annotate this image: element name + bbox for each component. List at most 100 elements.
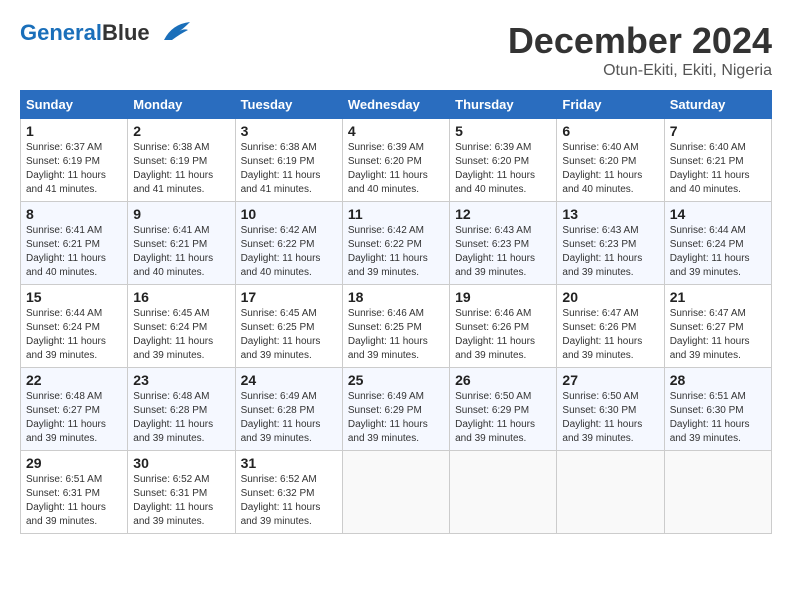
day-info: Sunrise: 6:51 AM Sunset: 6:30 PM Dayligh… [670,390,766,446]
day-info: Sunrise: 6:52 AM Sunset: 6:31 PM Dayligh… [133,473,229,529]
day-info: Sunrise: 6:40 AM Sunset: 6:20 PM Dayligh… [562,141,658,197]
day-info: Sunrise: 6:45 AM Sunset: 6:24 PM Dayligh… [133,307,229,363]
day-number: 16 [133,289,229,305]
day-info: Sunrise: 6:51 AM Sunset: 6:31 PM Dayligh… [26,473,122,529]
day-number: 5 [455,123,551,139]
day-info: Sunrise: 6:47 AM Sunset: 6:26 PM Dayligh… [562,307,658,363]
day-info: Sunrise: 6:48 AM Sunset: 6:27 PM Dayligh… [26,390,122,446]
day-number: 31 [241,455,337,471]
day-info: Sunrise: 6:45 AM Sunset: 6:25 PM Dayligh… [241,307,337,363]
calendar-body: 1 Sunrise: 6:37 AM Sunset: 6:19 PM Dayli… [21,119,772,534]
day-info: Sunrise: 6:39 AM Sunset: 6:20 PM Dayligh… [455,141,551,197]
calendar-cell: 1 Sunrise: 6:37 AM Sunset: 6:19 PM Dayli… [21,119,128,202]
day-number: 26 [455,372,551,388]
day-info: Sunrise: 6:47 AM Sunset: 6:27 PM Dayligh… [670,307,766,363]
day-info: Sunrise: 6:48 AM Sunset: 6:28 PM Dayligh… [133,390,229,446]
calendar-cell: 17 Sunrise: 6:45 AM Sunset: 6:25 PM Dayl… [235,285,342,368]
day-info: Sunrise: 6:50 AM Sunset: 6:30 PM Dayligh… [562,390,658,446]
day-number: 7 [670,123,766,139]
day-number: 18 [348,289,444,305]
calendar-cell: 19 Sunrise: 6:46 AM Sunset: 6:26 PM Dayl… [450,285,557,368]
day-info: Sunrise: 6:44 AM Sunset: 6:24 PM Dayligh… [26,307,122,363]
calendar-cell: 5 Sunrise: 6:39 AM Sunset: 6:20 PM Dayli… [450,119,557,202]
day-number: 2 [133,123,229,139]
page-header: GeneralBlue December 2024 Otun-Ekiti, Ek… [20,20,772,80]
calendar-cell: 12 Sunrise: 6:43 AM Sunset: 6:23 PM Dayl… [450,202,557,285]
calendar-cell: 27 Sunrise: 6:50 AM Sunset: 6:30 PM Dayl… [557,368,664,451]
title-area: December 2024 Otun-Ekiti, Ekiti, Nigeria [508,20,772,80]
logo-bird-icon [154,22,190,44]
col-header-monday: Monday [128,91,235,119]
day-info: Sunrise: 6:41 AM Sunset: 6:21 PM Dayligh… [133,224,229,280]
calendar-cell: 24 Sunrise: 6:49 AM Sunset: 6:28 PM Dayl… [235,368,342,451]
day-info: Sunrise: 6:46 AM Sunset: 6:25 PM Dayligh… [348,307,444,363]
calendar-cell: 14 Sunrise: 6:44 AM Sunset: 6:24 PM Dayl… [664,202,771,285]
day-info: Sunrise: 6:46 AM Sunset: 6:26 PM Dayligh… [455,307,551,363]
week-row-4: 22 Sunrise: 6:48 AM Sunset: 6:27 PM Dayl… [21,368,772,451]
calendar-cell: 3 Sunrise: 6:38 AM Sunset: 6:19 PM Dayli… [235,119,342,202]
day-info: Sunrise: 6:37 AM Sunset: 6:19 PM Dayligh… [26,141,122,197]
calendar-cell: 26 Sunrise: 6:50 AM Sunset: 6:29 PM Dayl… [450,368,557,451]
col-header-saturday: Saturday [664,91,771,119]
calendar-cell [342,451,449,534]
day-number: 9 [133,206,229,222]
location-title: Otun-Ekiti, Ekiti, Nigeria [508,62,772,80]
day-info: Sunrise: 6:42 AM Sunset: 6:22 PM Dayligh… [241,224,337,280]
day-number: 21 [670,289,766,305]
day-info: Sunrise: 6:49 AM Sunset: 6:28 PM Dayligh… [241,390,337,446]
day-info: Sunrise: 6:39 AM Sunset: 6:20 PM Dayligh… [348,141,444,197]
day-info: Sunrise: 6:40 AM Sunset: 6:21 PM Dayligh… [670,141,766,197]
calendar-cell: 23 Sunrise: 6:48 AM Sunset: 6:28 PM Dayl… [128,368,235,451]
calendar-cell: 20 Sunrise: 6:47 AM Sunset: 6:26 PM Dayl… [557,285,664,368]
calendar-cell: 21 Sunrise: 6:47 AM Sunset: 6:27 PM Dayl… [664,285,771,368]
logo: GeneralBlue [20,20,190,46]
calendar-table: SundayMondayTuesdayWednesdayThursdayFrid… [20,90,772,534]
col-header-tuesday: Tuesday [235,91,342,119]
calendar-cell: 15 Sunrise: 6:44 AM Sunset: 6:24 PM Dayl… [21,285,128,368]
day-number: 25 [348,372,444,388]
calendar-cell [557,451,664,534]
day-info: Sunrise: 6:38 AM Sunset: 6:19 PM Dayligh… [241,141,337,197]
day-number: 14 [670,206,766,222]
col-header-wednesday: Wednesday [342,91,449,119]
day-number: 22 [26,372,122,388]
day-info: Sunrise: 6:38 AM Sunset: 6:19 PM Dayligh… [133,141,229,197]
day-info: Sunrise: 6:43 AM Sunset: 6:23 PM Dayligh… [455,224,551,280]
col-header-thursday: Thursday [450,91,557,119]
day-number: 11 [348,206,444,222]
day-number: 10 [241,206,337,222]
day-info: Sunrise: 6:49 AM Sunset: 6:29 PM Dayligh… [348,390,444,446]
calendar-cell: 22 Sunrise: 6:48 AM Sunset: 6:27 PM Dayl… [21,368,128,451]
calendar-cell [450,451,557,534]
week-row-5: 29 Sunrise: 6:51 AM Sunset: 6:31 PM Dayl… [21,451,772,534]
day-info: Sunrise: 6:44 AM Sunset: 6:24 PM Dayligh… [670,224,766,280]
day-number: 15 [26,289,122,305]
calendar-cell: 10 Sunrise: 6:42 AM Sunset: 6:22 PM Dayl… [235,202,342,285]
calendar-cell: 2 Sunrise: 6:38 AM Sunset: 6:19 PM Dayli… [128,119,235,202]
col-header-sunday: Sunday [21,91,128,119]
calendar-cell: 31 Sunrise: 6:52 AM Sunset: 6:32 PM Dayl… [235,451,342,534]
day-number: 28 [670,372,766,388]
day-number: 13 [562,206,658,222]
calendar-cell: 9 Sunrise: 6:41 AM Sunset: 6:21 PM Dayli… [128,202,235,285]
header-row: SundayMondayTuesdayWednesdayThursdayFrid… [21,91,772,119]
day-number: 29 [26,455,122,471]
calendar-cell: 28 Sunrise: 6:51 AM Sunset: 6:30 PM Dayl… [664,368,771,451]
day-number: 30 [133,455,229,471]
week-row-3: 15 Sunrise: 6:44 AM Sunset: 6:24 PM Dayl… [21,285,772,368]
day-number: 6 [562,123,658,139]
day-info: Sunrise: 6:42 AM Sunset: 6:22 PM Dayligh… [348,224,444,280]
day-number: 3 [241,123,337,139]
calendar-cell: 30 Sunrise: 6:52 AM Sunset: 6:31 PM Dayl… [128,451,235,534]
calendar-cell: 16 Sunrise: 6:45 AM Sunset: 6:24 PM Dayl… [128,285,235,368]
calendar-cell: 7 Sunrise: 6:40 AM Sunset: 6:21 PM Dayli… [664,119,771,202]
day-number: 19 [455,289,551,305]
calendar-cell: 13 Sunrise: 6:43 AM Sunset: 6:23 PM Dayl… [557,202,664,285]
calendar-cell: 25 Sunrise: 6:49 AM Sunset: 6:29 PM Dayl… [342,368,449,451]
day-number: 1 [26,123,122,139]
day-info: Sunrise: 6:52 AM Sunset: 6:32 PM Dayligh… [241,473,337,529]
calendar-header: SundayMondayTuesdayWednesdayThursdayFrid… [21,91,772,119]
calendar-cell [664,451,771,534]
day-info: Sunrise: 6:43 AM Sunset: 6:23 PM Dayligh… [562,224,658,280]
week-row-1: 1 Sunrise: 6:37 AM Sunset: 6:19 PM Dayli… [21,119,772,202]
